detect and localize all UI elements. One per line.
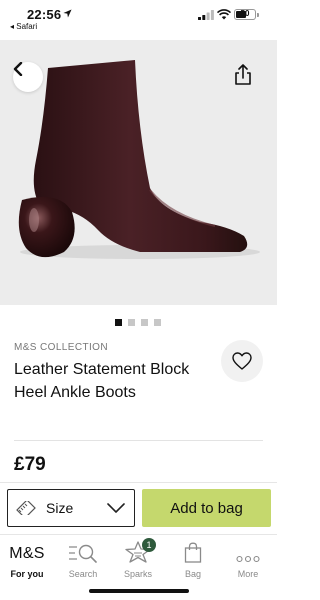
tab-for-you[interactable]: M&S For you bbox=[2, 541, 52, 579]
tab-label: Search bbox=[68, 569, 98, 579]
more-dots-icon bbox=[236, 555, 260, 563]
heart-icon bbox=[232, 352, 252, 370]
sparks-badge: 1 bbox=[142, 538, 156, 552]
home-indicator[interactable] bbox=[89, 589, 189, 593]
purchase-action-bar: Size Add to bag bbox=[0, 482, 277, 534]
gallery-dot[interactable] bbox=[141, 319, 148, 326]
product-title: Leather Statement Block Heel Ankle Boots bbox=[14, 361, 190, 401]
chevron-down-icon bbox=[107, 503, 125, 513]
gallery-dot[interactable] bbox=[154, 319, 161, 326]
tab-bag[interactable]: Bag bbox=[168, 541, 218, 579]
battery-icon: 50 bbox=[234, 9, 256, 20]
status-time: 22:56 bbox=[27, 7, 62, 22]
tab-label: Bag bbox=[184, 569, 201, 579]
ruler-icon bbox=[16, 501, 36, 515]
product-price: £79 bbox=[14, 454, 46, 475]
battery-level: 50 bbox=[240, 9, 250, 18]
share-icon bbox=[235, 64, 251, 85]
wishlist-button[interactable] bbox=[221, 340, 263, 382]
add-to-bag-button[interactable]: Add to bag bbox=[142, 489, 271, 527]
gallery-dot[interactable] bbox=[115, 319, 122, 326]
bag-icon bbox=[184, 542, 202, 563]
size-selector[interactable]: Size bbox=[7, 489, 135, 527]
product-image-gallery[interactable] bbox=[0, 40, 277, 305]
chevron-left-icon bbox=[13, 62, 23, 76]
gallery-pagination[interactable] bbox=[115, 319, 161, 326]
divider bbox=[14, 440, 263, 441]
search-icon bbox=[69, 544, 97, 563]
product-brand: M&S COLLECTION bbox=[14, 342, 108, 353]
tab-more[interactable]: More bbox=[223, 541, 273, 579]
wifi-icon bbox=[217, 9, 231, 20]
tab-sparks[interactable]: 1 Sparks bbox=[113, 538, 163, 579]
tab-label: For you bbox=[10, 569, 44, 579]
tab-label: More bbox=[237, 569, 259, 579]
back-button[interactable] bbox=[13, 62, 43, 92]
ms-logo-icon: M&S bbox=[9, 545, 45, 562]
status-bar: 22:56 ◂ Safari 50 bbox=[0, 0, 277, 40]
share-button[interactable] bbox=[234, 64, 264, 94]
gallery-dot[interactable] bbox=[128, 319, 135, 326]
add-to-bag-label: Add to bag bbox=[170, 499, 243, 517]
battery-cap bbox=[257, 13, 259, 17]
tab-label: Sparks bbox=[123, 569, 152, 579]
size-label: Size bbox=[46, 500, 74, 516]
tab-search[interactable]: Search bbox=[58, 541, 108, 579]
location-arrow-icon bbox=[63, 9, 72, 18]
cellular-signal-icon bbox=[198, 10, 214, 20]
back-to-app-link[interactable]: ◂ Safari bbox=[10, 22, 37, 31]
